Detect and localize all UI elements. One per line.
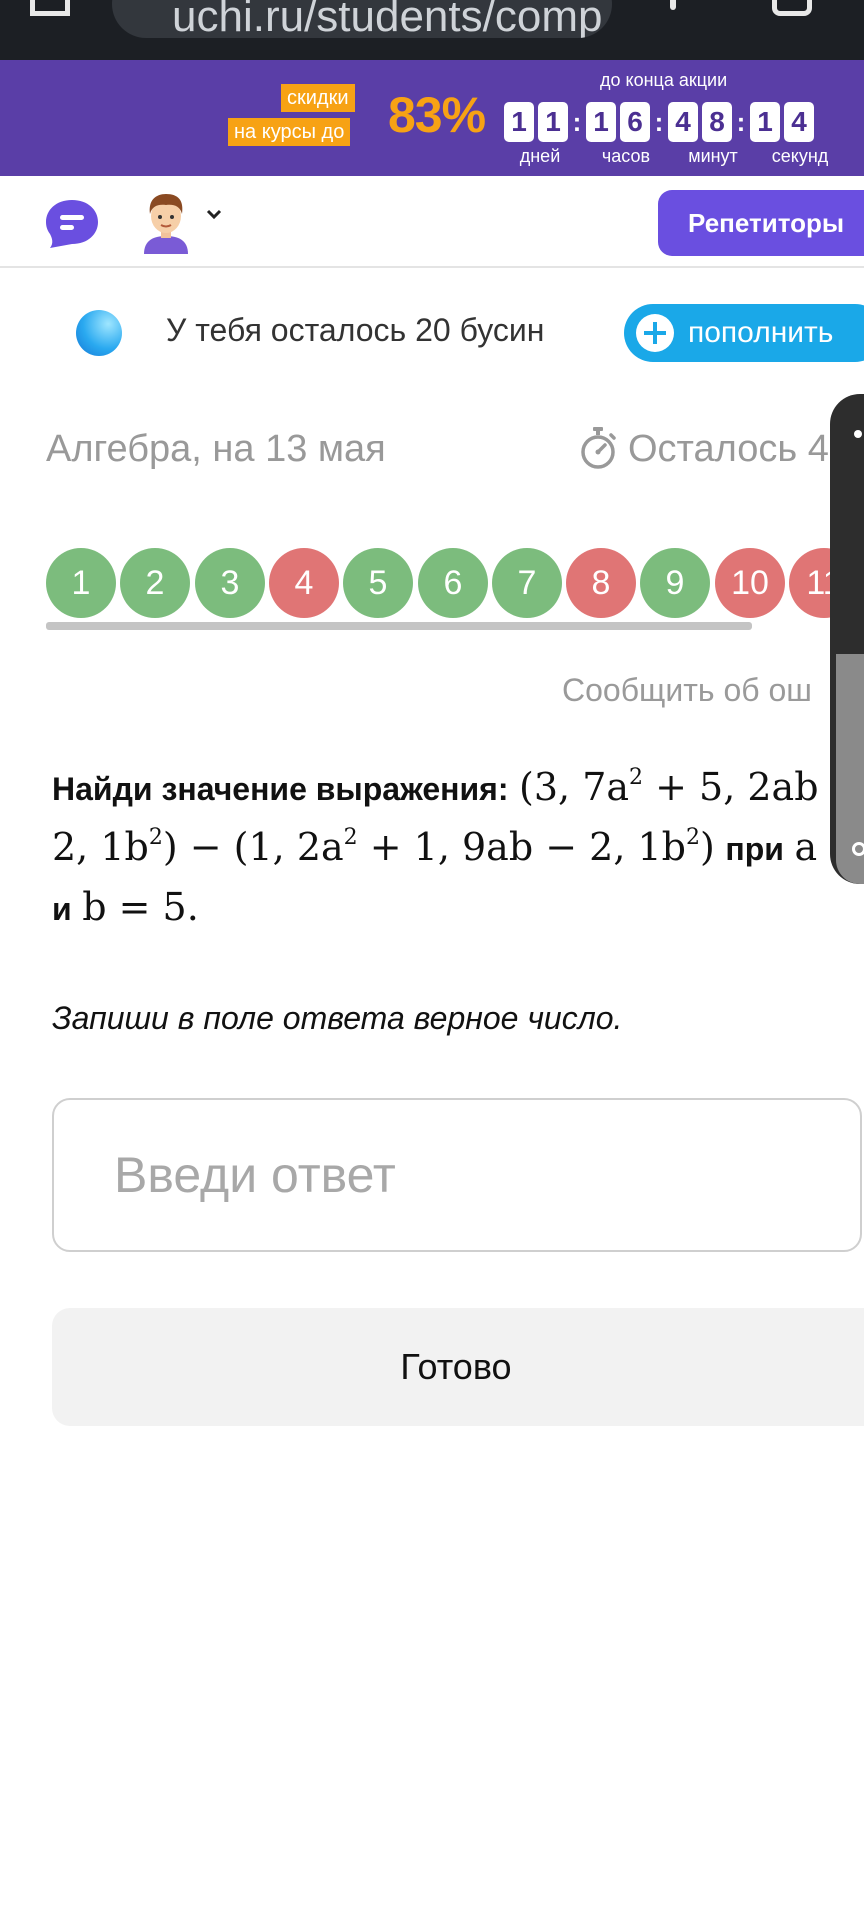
topup-label: пополнить	[688, 316, 834, 349]
chat-icon[interactable]	[44, 198, 100, 250]
task-line-1: Найди значение выражения: (3, 7a2 + 5, 2…	[52, 758, 864, 818]
math-expression: 2, 1b2) − (1, 2a2 + 1, 9ab − 2, 1b2)	[52, 825, 715, 869]
timer-unit-days: дней	[519, 146, 561, 166]
task-statement: Найди значение выражения: (3, 7a2 + 5, 2…	[52, 758, 864, 938]
math-exponent: 2	[629, 765, 644, 790]
menu-icon[interactable]	[670, 0, 676, 10]
chevron-down-icon[interactable]	[206, 206, 222, 222]
task-pri: при	[725, 831, 784, 867]
math-exponent: 2	[686, 825, 700, 850]
answer-hint: Запиши в поле ответа верное число.	[52, 1000, 623, 1036]
plus-icon	[636, 314, 674, 352]
timer-unit-minutes: минут	[688, 146, 738, 166]
question-button-3[interactable]: 3	[195, 548, 265, 618]
task-prompt: Найди значение выражения:	[52, 771, 509, 807]
topup-button[interactable]: пополнить	[624, 304, 864, 362]
question-button-8[interactable]: 8	[566, 548, 636, 618]
question-button-2[interactable]: 2	[120, 548, 190, 618]
question-button-1[interactable]: 1	[46, 548, 116, 618]
math-exponent: 2	[148, 825, 163, 850]
promo-tag-discounts: скидки	[281, 84, 355, 112]
promo-until-label: до конца акции	[600, 70, 728, 90]
timer-digit: 4	[668, 102, 698, 142]
side-widget[interactable]	[830, 394, 864, 884]
time-remaining: Осталось 4	[628, 428, 829, 470]
tabs-icon[interactable]	[772, 0, 812, 16]
task-and: и	[52, 891, 72, 927]
task-line-2: 2, 1b2) − (1, 2a2 + 1, 9ab − 2, 1b2) при…	[52, 818, 864, 878]
page-title: Алгебра, на 13 мая	[46, 428, 386, 470]
promo-percent: 83%	[388, 87, 486, 143]
math-part: + 5, 2ab	[643, 765, 819, 809]
report-error-link[interactable]: Сообщить об ош	[562, 672, 812, 709]
question-scrollbar[interactable]	[46, 622, 752, 630]
timer-unit-seconds: секунд	[771, 146, 829, 166]
timer-digit: 1	[586, 102, 616, 142]
answer-input[interactable]	[52, 1098, 862, 1252]
timer-digit: 6	[620, 102, 650, 142]
promo-tag-courses: на курсы до	[228, 118, 351, 146]
done-button[interactable]: Готово	[52, 1308, 864, 1426]
timer-separator: :	[654, 106, 664, 137]
beads-row: У тебя осталось 20 бусин пополнить	[0, 296, 864, 366]
question-button-7[interactable]: 7	[492, 548, 562, 618]
question-button-5[interactable]: 5	[343, 548, 413, 618]
task-line-3: и b = 5.	[52, 878, 864, 938]
math-part: + 1, 9ab − 2, 1b	[357, 825, 686, 869]
math-part: 2, 1b	[52, 825, 149, 869]
bead-icon	[76, 310, 122, 356]
address-bar[interactable]: uchi.ru/students/comp	[112, 0, 612, 38]
math-exponent: 2	[343, 825, 358, 850]
beads-balance: У тебя осталось 20 бусин	[166, 312, 545, 348]
stopwatch-icon	[581, 427, 616, 469]
math-part: )	[700, 825, 715, 869]
timer-separator: :	[736, 106, 746, 137]
side-ring-icon	[852, 842, 864, 856]
side-dot-icon	[854, 430, 862, 438]
question-button-10[interactable]: 10	[715, 548, 785, 618]
math-b-value: b = 5.	[82, 885, 199, 929]
promo-banner[interactable]: скидки на курсы до 83% до конца акции 1 …	[0, 60, 864, 176]
math-expression: (3, 7a2 + 5, 2ab	[519, 765, 819, 809]
timer-separator: :	[572, 106, 582, 137]
timer-unit-hours: часов	[601, 146, 651, 166]
timer-digit: 4	[784, 102, 814, 142]
question-button-6[interactable]: 6	[418, 548, 488, 618]
math-part: ) − (1, 2a	[162, 825, 344, 869]
timer-digit: 8	[702, 102, 732, 142]
timer-digit: 1	[750, 102, 780, 142]
url-text: uchi.ru/students/comp	[172, 0, 603, 38]
math-part: (3, 7a	[519, 765, 630, 809]
browser-bar: uchi.ru/students/comp	[0, 0, 864, 60]
timer-digit: 1	[504, 102, 534, 142]
question-button-9[interactable]: 9	[640, 548, 710, 618]
question-button-4[interactable]: 4	[269, 548, 339, 618]
countdown-timer: 1 1 : 1 6 : 4 8 : 1 4	[504, 100, 818, 144]
timer-digit: 1	[538, 102, 568, 142]
avatar[interactable]	[138, 190, 194, 254]
tutors-button[interactable]: Репетиторы	[658, 190, 864, 256]
top-nav: Репетиторы	[0, 176, 864, 268]
home-icon[interactable]	[30, 0, 70, 16]
